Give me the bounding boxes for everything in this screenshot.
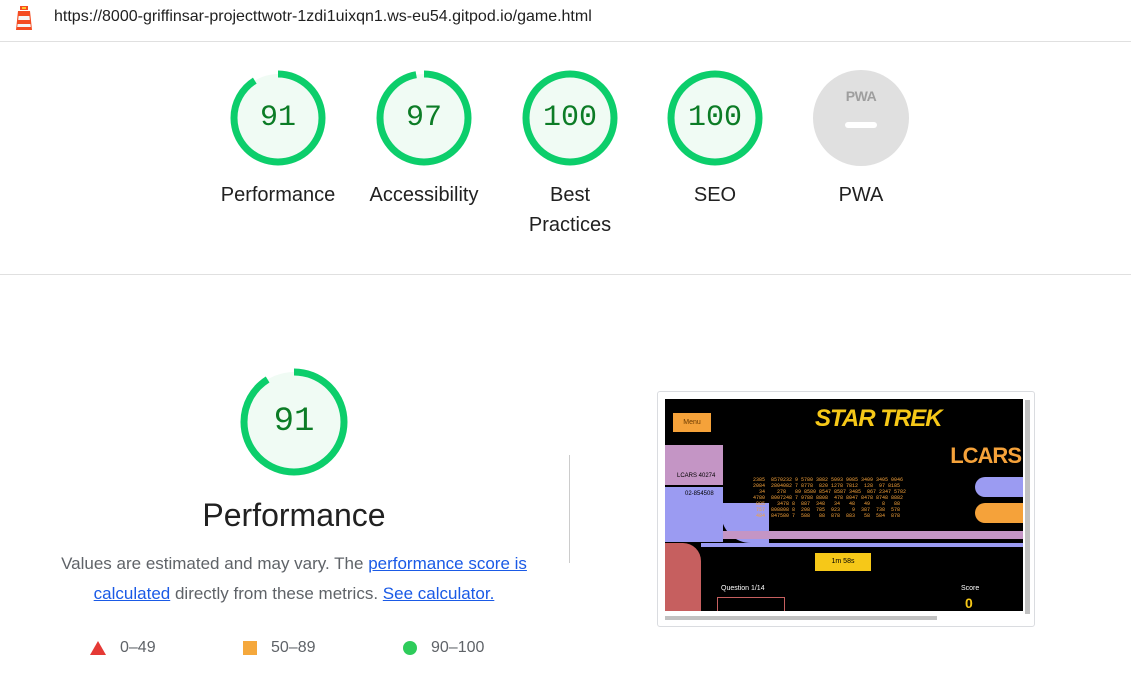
square-icon — [243, 640, 257, 655]
legend-range: 50–89 — [271, 639, 316, 656]
thumb-code: LCARS 40274 — [677, 473, 716, 479]
thumb-title: STAR TREK — [815, 405, 943, 432]
thumb-bar — [701, 543, 1023, 547]
legend-range: 0–49 — [120, 639, 156, 656]
gauge-seo[interactable]: 100 SEO — [645, 70, 785, 210]
pwa-badge-text: PWA — [845, 88, 877, 104]
gauge-score: 91 — [259, 101, 296, 135]
performance-title: Performance — [202, 497, 386, 533]
performance-description: Values are estimated and may vary. The p… — [40, 549, 548, 609]
gauge-ring: 97 — [376, 70, 472, 166]
thumb-pill — [975, 503, 1023, 523]
top-bar: https://8000-griffinsar-projecttwotr-1zd… — [0, 0, 1131, 42]
legend-range: 90–100 — [431, 639, 485, 656]
thumb-lcars: LCARS — [950, 443, 1022, 468]
see-calculator-link[interactable]: See calculator. — [383, 584, 495, 603]
gauge-pwa[interactable]: PWA PWA — [791, 70, 931, 210]
legend-average: 50–89 — [243, 637, 316, 659]
thumb-pill — [975, 477, 1023, 497]
pwa-dash-icon — [845, 122, 877, 128]
thumb-score-label: Score — [961, 585, 980, 592]
final-screenshot[interactable]: Menu STAR TREK LCARS LCARS 40274 02-8545… — [657, 391, 1035, 627]
gauge-score: 100 — [687, 101, 742, 135]
page-url[interactable]: https://8000-griffinsar-projecttwotr-1zd… — [54, 8, 592, 26]
thumb-bar — [723, 531, 1023, 539]
performance-gauge: 91 — [240, 368, 348, 476]
thumb-answer-box — [717, 597, 785, 611]
category-gauges: 91 Performance 97 Accessibility 100 Best… — [0, 42, 1131, 275]
thumb-timer: 1m 58s — [815, 553, 871, 571]
gauge-accessibility[interactable]: 97 Accessibility — [354, 70, 494, 210]
legend-fail: 0–49 — [90, 637, 156, 659]
gauge-score: 100 — [542, 101, 597, 135]
gauge-performance[interactable]: 91 Performance — [208, 70, 348, 210]
vertical-divider — [569, 455, 570, 563]
desc-text: directly from these metrics. — [170, 584, 383, 603]
performance-score: 91 — [273, 403, 315, 441]
gauge-ring: 100 — [522, 70, 618, 166]
lighthouse-logo-icon — [16, 6, 32, 30]
triangle-icon — [90, 640, 106, 655]
thumb-question: Question 1/14 — [721, 585, 765, 592]
gauge-ring: 91 — [230, 70, 326, 166]
thumb-panel — [665, 445, 723, 485]
thumb-code: 02-854508 — [685, 491, 714, 497]
thumb-panel — [665, 543, 701, 611]
legend-pass: 90–100 — [403, 637, 484, 659]
performance-section: 91 Performance Values are estimated and … — [0, 275, 1131, 681]
gauge-label: Best Practices — [528, 184, 612, 236]
thumb-score-value: 0 — [965, 595, 973, 611]
gauge-label: SEO — [693, 184, 737, 206]
gauge-score: 97 — [405, 101, 442, 135]
thumb-menu-button: Menu — [673, 413, 711, 432]
thumb-hscrollbar — [665, 616, 937, 620]
thumb-number-grid: 2385 8570232 9 5780 3882 5093 9085 3409 … — [753, 477, 907, 519]
thumb-scrollbar — [1025, 400, 1030, 614]
desc-text: Values are estimated and may vary. The — [61, 554, 369, 573]
gauge-ring: 100 — [667, 70, 763, 166]
gauge-label: Performance — [220, 184, 336, 206]
gauge-label: Accessibility — [369, 184, 479, 206]
gauge-best-practices[interactable]: 100 Best Practices — [500, 70, 640, 240]
pwa-badge-icon: PWA — [813, 70, 909, 166]
gauge-label: PWA — [838, 184, 884, 206]
screenshot-thumbnail: Menu STAR TREK LCARS LCARS 40274 02-8545… — [665, 399, 1023, 611]
circle-icon — [403, 640, 417, 655]
